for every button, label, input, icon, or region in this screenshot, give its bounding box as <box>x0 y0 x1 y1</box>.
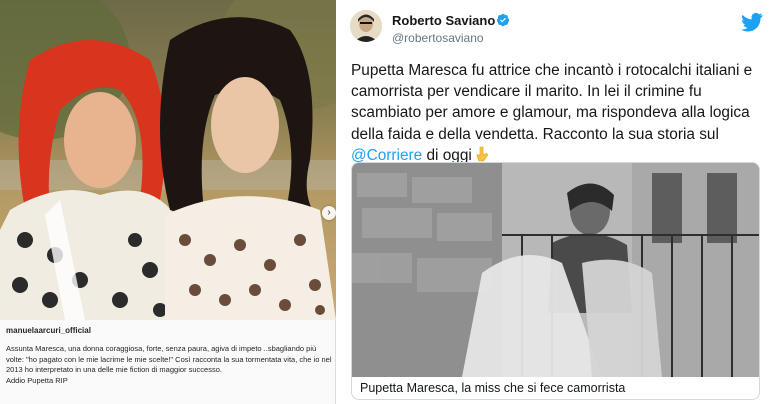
caption-signoff: Addio Pupetta RIP <box>6 375 68 385</box>
pointing-down-hand-icon <box>476 146 488 162</box>
card-photo-illustration <box>352 163 759 377</box>
photo-illustration <box>0 0 336 320</box>
avatar[interactable] <box>350 10 382 42</box>
verified-badge-icon <box>496 13 510 27</box>
tweet-text-body: Pupetta Maresca fu attrice che incantò i… <box>351 62 753 143</box>
tweet-text: Pupetta Maresca fu attrice che incantò i… <box>351 60 763 166</box>
instagram-post: › manuelaarcuri_official Assunta Maresca… <box>0 0 336 404</box>
instagram-username[interactable]: manuelaarcuri_official <box>6 326 91 335</box>
twitter-bird-icon[interactable] <box>741 12 763 32</box>
link-card-image[interactable] <box>352 163 759 377</box>
tweet: Roberto Saviano @robertosaviano Pupetta … <box>338 0 770 404</box>
avatar-illustration <box>350 10 382 42</box>
instagram-post-photo[interactable]: › <box>0 0 336 320</box>
display-name[interactable]: Roberto Saviano <box>392 13 495 28</box>
caption-text: Assunta Maresca, una donna coraggiosa, f… <box>6 344 332 374</box>
chevron-right-icon[interactable]: › <box>322 206 336 220</box>
handle[interactable]: @robertosaviano <box>392 31 484 45</box>
link-card[interactable]: Pupetta Maresca, la miss che si fece cam… <box>351 162 760 400</box>
instagram-caption: Assunta Maresca, una donna coraggiosa, f… <box>6 344 332 386</box>
link-card-title[interactable]: Pupetta Maresca, la miss che si fece cam… <box>360 381 625 395</box>
